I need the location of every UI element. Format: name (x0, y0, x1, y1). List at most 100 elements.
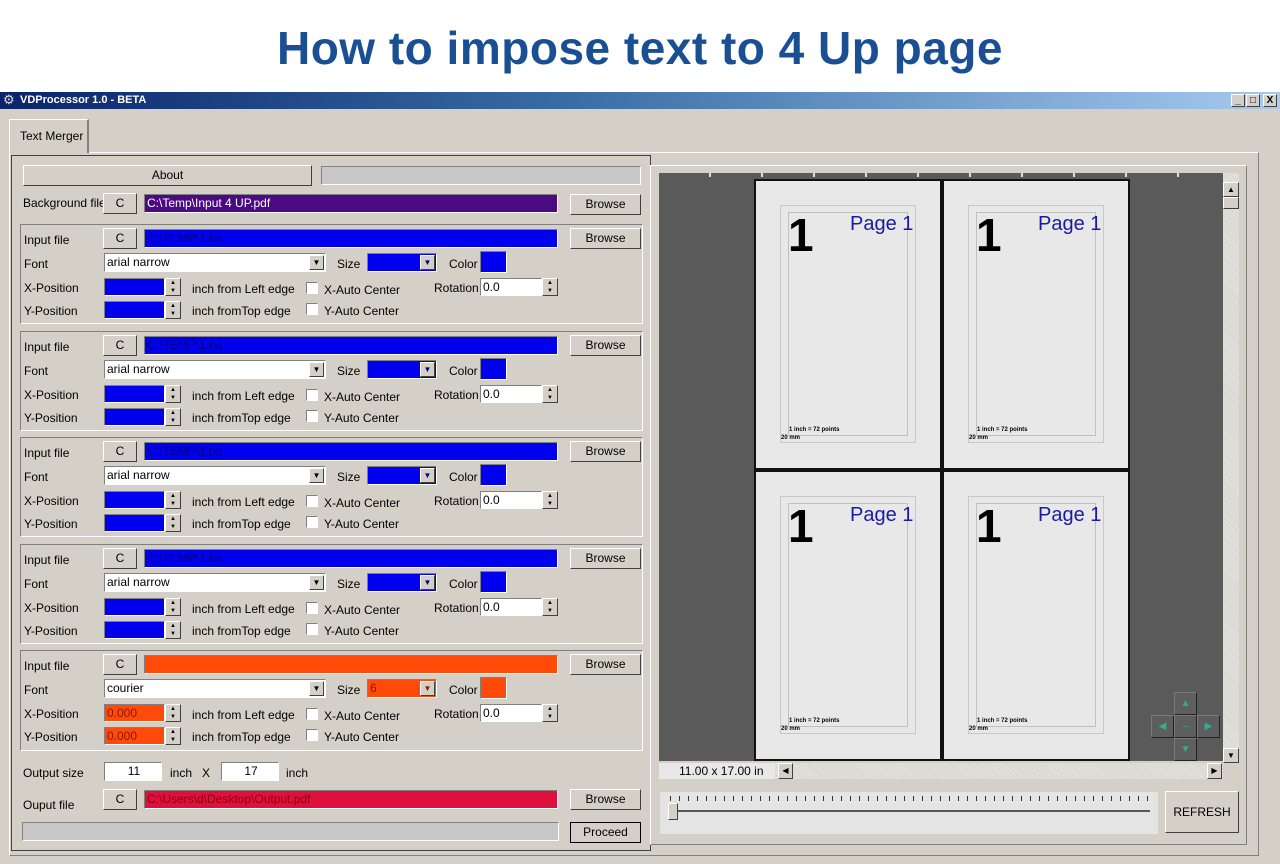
refresh-button[interactable]: REFRESH (1165, 791, 1239, 833)
y-position-input[interactable] (104, 301, 165, 319)
close-button[interactable]: X (1263, 94, 1277, 107)
x-position-spinner[interactable]: ▲ ▼ (165, 491, 181, 509)
y-auto-center-checkbox[interactable] (306, 410, 318, 422)
chevron-down-icon[interactable]: ▼ (309, 575, 324, 590)
x-position-input[interactable] (104, 491, 165, 509)
y-position-input[interactable] (104, 408, 165, 426)
x-position-input[interactable] (104, 598, 165, 616)
input-browse-button[interactable]: Browse (570, 441, 641, 462)
rotation-input[interactable]: 0.0 (480, 491, 542, 509)
color-swatch[interactable] (480, 358, 507, 380)
input-browse-button[interactable]: Browse (570, 654, 641, 675)
size-select[interactable]: 6 ▼ (367, 679, 437, 698)
output-height-input[interactable]: 17 (221, 762, 279, 781)
chevron-down-icon[interactable]: ▼ (420, 575, 435, 590)
chevron-down-icon[interactable]: ▼ (309, 681, 324, 696)
x-auto-center-checkbox[interactable] (306, 602, 318, 614)
input-file-field[interactable]: C:\TEMP\1.txt (144, 442, 558, 461)
color-swatch[interactable] (480, 464, 507, 486)
background-clear-button[interactable]: C (103, 193, 137, 214)
chevron-down-icon[interactable]: ▼ (420, 255, 435, 270)
color-swatch[interactable] (480, 571, 507, 593)
x-position-spinner[interactable]: ▲ ▼ (165, 385, 181, 403)
proceed-button[interactable]: Proceed (570, 822, 641, 843)
about-button[interactable]: About (23, 165, 312, 186)
chevron-down-icon[interactable]: ▼ (420, 681, 435, 696)
horizontal-scrollbar[interactable] (775, 763, 1223, 779)
rotation-input[interactable]: 0.0 (480, 278, 542, 296)
x-position-input[interactable] (104, 278, 165, 296)
rotation-input[interactable]: 0.0 (480, 704, 542, 722)
chevron-down-icon[interactable]: ▼ (420, 362, 435, 377)
x-position-input[interactable]: 0.000 (104, 704, 165, 722)
output-width-input[interactable]: 11 (104, 762, 162, 781)
input-browse-button[interactable]: Browse (570, 228, 641, 249)
pan-center-button[interactable]: – (1174, 715, 1197, 738)
scroll-thumb-vertical[interactable] (1223, 197, 1239, 209)
x-auto-center-checkbox[interactable] (306, 708, 318, 720)
input-clear-button[interactable]: C (103, 228, 137, 249)
output-clear-button[interactable]: C (103, 789, 137, 810)
rotation-input[interactable]: 0.0 (480, 598, 542, 616)
chevron-down-icon[interactable]: ▼ (309, 362, 324, 377)
y-position-spinner[interactable]: ▲ ▼ (165, 621, 181, 639)
rotation-spinner[interactable]: ▲ ▼ (542, 491, 558, 509)
size-select[interactable]: ▼ (367, 253, 437, 272)
size-select[interactable]: ▼ (367, 573, 437, 592)
chevron-down-icon[interactable]: ▼ (309, 468, 324, 483)
size-select[interactable]: ▼ (367, 360, 437, 379)
input-file-field[interactable]: C:\TEMP\1.txt (144, 549, 558, 568)
pan-down-button[interactable]: ▼ (1174, 738, 1197, 761)
input-file-field[interactable] (144, 655, 558, 674)
y-position-spinner[interactable]: ▲ ▼ (165, 727, 181, 745)
rotation-spinner[interactable]: ▲ ▼ (542, 598, 558, 616)
input-clear-button[interactable]: C (103, 335, 137, 356)
size-select[interactable]: ▼ (367, 466, 437, 485)
font-select[interactable]: arial narrow ▼ (104, 360, 326, 379)
x-auto-center-checkbox[interactable] (306, 389, 318, 401)
pan-left-button[interactable]: ◀ (1151, 715, 1174, 738)
x-auto-center-checkbox[interactable] (306, 282, 318, 294)
input-clear-button[interactable]: C (103, 441, 137, 462)
background-browse-button[interactable]: Browse (570, 194, 641, 215)
rotation-spinner[interactable]: ▲ ▼ (542, 278, 558, 296)
pan-up-button[interactable]: ▲ (1174, 692, 1197, 715)
scroll-down-button[interactable]: ▼ (1223, 748, 1239, 763)
rotation-spinner[interactable]: ▲ ▼ (542, 385, 558, 403)
y-position-input[interactable] (104, 514, 165, 532)
input-file-field[interactable]: C:\TEMP\1.txt (144, 336, 558, 355)
color-swatch[interactable] (480, 251, 507, 273)
font-select[interactable]: arial narrow ▼ (104, 253, 326, 272)
chevron-down-icon[interactable]: ▼ (420, 468, 435, 483)
x-position-spinner[interactable]: ▲ ▼ (165, 704, 181, 722)
font-select[interactable]: courier ▼ (104, 679, 326, 698)
y-auto-center-checkbox[interactable] (306, 516, 318, 528)
x-auto-center-checkbox[interactable] (306, 495, 318, 507)
x-position-input[interactable] (104, 385, 165, 403)
rotation-input[interactable]: 0.0 (480, 385, 542, 403)
input-browse-button[interactable]: Browse (570, 335, 641, 356)
input-clear-button[interactable]: C (103, 654, 137, 675)
scroll-left-button[interactable]: ◀ (778, 763, 793, 779)
scroll-right-button[interactable]: ▶ (1207, 763, 1222, 779)
pan-right-button[interactable]: ▶ (1197, 715, 1220, 738)
input-clear-button[interactable]: C (103, 548, 137, 569)
y-position-input[interactable] (104, 621, 165, 639)
background-file-input[interactable]: C:\Temp\Input 4 UP.pdf (144, 194, 558, 213)
y-auto-center-checkbox[interactable] (306, 729, 318, 741)
zoom-slider-thumb[interactable] (668, 803, 678, 820)
minimize-button[interactable]: _ (1231, 94, 1245, 107)
font-select[interactable]: arial narrow ▼ (104, 466, 326, 485)
maximize-button[interactable]: □ (1246, 94, 1260, 107)
font-select[interactable]: arial narrow ▼ (104, 573, 326, 592)
y-auto-center-checkbox[interactable] (306, 303, 318, 315)
x-position-spinner[interactable]: ▲ ▼ (165, 598, 181, 616)
y-auto-center-checkbox[interactable] (306, 623, 318, 635)
rotation-spinner[interactable]: ▲ ▼ (542, 704, 558, 722)
input-browse-button[interactable]: Browse (570, 548, 641, 569)
color-swatch[interactable] (480, 677, 507, 699)
y-position-input[interactable]: 0.000 (104, 727, 165, 745)
output-file-input[interactable]: C:\Users\d\Desktop\Output.pdf (144, 790, 558, 809)
scroll-up-button[interactable]: ▲ (1223, 182, 1239, 197)
y-position-spinner[interactable]: ▲ ▼ (165, 301, 181, 319)
